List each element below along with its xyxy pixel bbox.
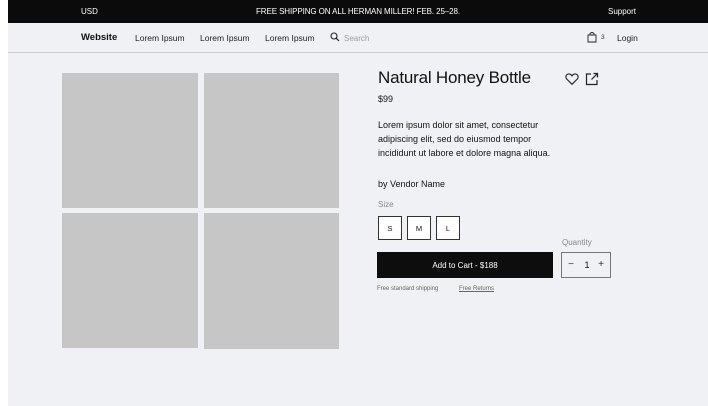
nav-link-1[interactable]: Lorem Ipsum bbox=[135, 33, 185, 43]
quantity-stepper: − 1 + bbox=[561, 252, 611, 278]
product-image-4[interactable] bbox=[204, 213, 339, 349]
returns-link[interactable]: Free Returns bbox=[459, 286, 494, 292]
increase-quantity-button[interactable]: + bbox=[595, 258, 607, 272]
quantity-label: Quantity bbox=[562, 238, 592, 247]
search-input[interactable] bbox=[344, 31, 414, 45]
main-nav: Website Lorem Ipsum Lorem Ipsum Lorem Ip… bbox=[8, 23, 708, 53]
product-image-2[interactable] bbox=[204, 73, 339, 208]
vendor-name[interactable]: by Vendor Name bbox=[378, 179, 445, 189]
product-description: Lorem ipsum dolor sit amet, consectetur … bbox=[378, 120, 551, 158]
heart-icon[interactable] bbox=[565, 72, 579, 86]
support-link[interactable]: Support bbox=[608, 7, 636, 16]
product-title: Natural Honey Bottle bbox=[378, 68, 531, 87]
size-label: Size bbox=[378, 200, 394, 209]
share-icon[interactable] bbox=[585, 72, 599, 86]
cart-count: 3 bbox=[601, 34, 605, 41]
decrease-quantity-button[interactable]: − bbox=[565, 258, 577, 272]
promo-text: FREE SHIPPING ON ALL HERMAN MILLER! FEB.… bbox=[256, 7, 460, 16]
page: USD FREE SHIPPING ON ALL HERMAN MILLER! … bbox=[8, 0, 708, 406]
nav-link-3[interactable]: Lorem Ipsum bbox=[265, 33, 315, 43]
login-link[interactable]: Login bbox=[617, 33, 638, 43]
shipping-note: Free standard shipping bbox=[377, 286, 439, 292]
size-option-l[interactable]: L bbox=[436, 216, 460, 240]
nav-link-2[interactable]: Lorem Ipsum bbox=[200, 33, 250, 43]
add-to-cart-button[interactable]: Add to Cart - $188 bbox=[377, 252, 553, 278]
product-price: $99 bbox=[378, 94, 394, 104]
size-option-s[interactable]: S bbox=[378, 216, 402, 240]
quantity-value[interactable]: 1 bbox=[580, 258, 594, 272]
shopping-bag-icon[interactable] bbox=[587, 31, 597, 43]
search-icon[interactable] bbox=[330, 32, 340, 42]
size-option-m[interactable]: M bbox=[407, 216, 431, 240]
product-image-3[interactable] bbox=[62, 213, 198, 348]
announcement-bar: USD FREE SHIPPING ON ALL HERMAN MILLER! … bbox=[8, 0, 708, 23]
product-image-1[interactable] bbox=[62, 73, 198, 208]
brand-logo[interactable]: Website bbox=[81, 32, 117, 43]
